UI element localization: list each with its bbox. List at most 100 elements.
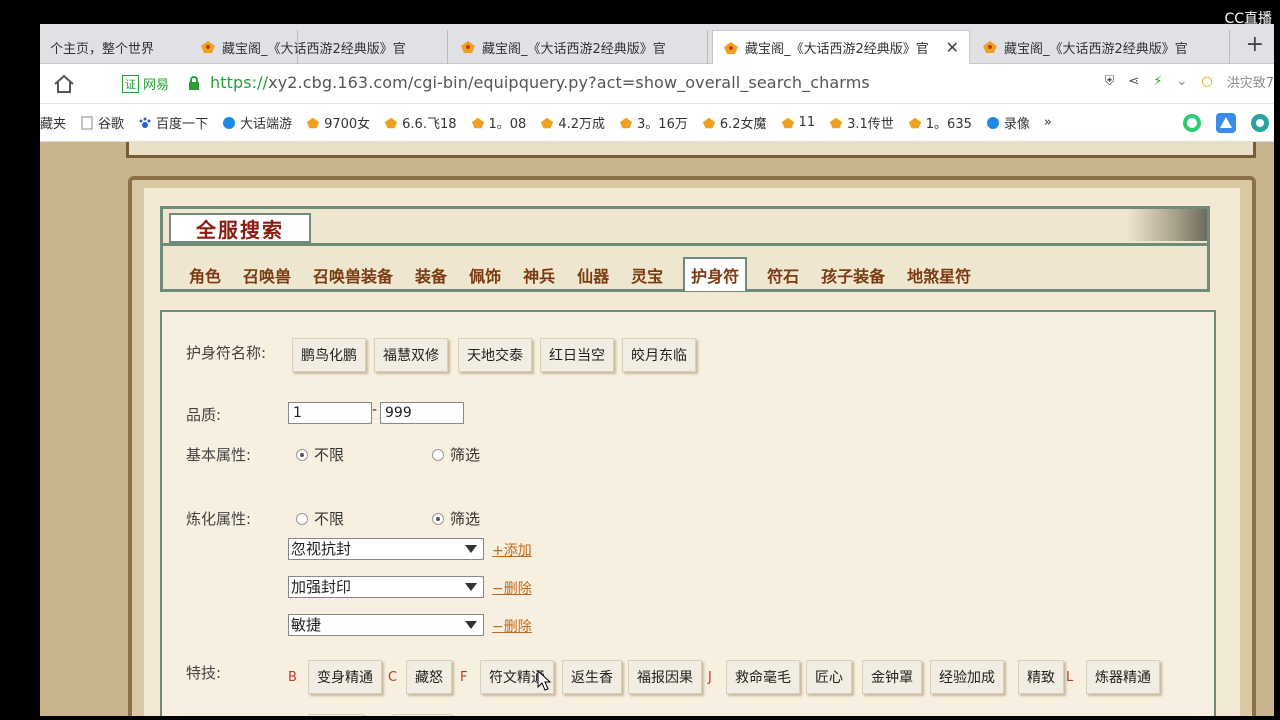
charm-name-button[interactable]: 鹏鸟化鹏 xyxy=(292,338,366,372)
browser-tab-3[interactable]: 藏宝阁_《大话西游2经典版》官 xyxy=(450,30,708,64)
search-hint[interactable]: 洪灾致7 xyxy=(1227,72,1274,91)
skill-button[interactable]: 炼器精通 xyxy=(1086,660,1160,694)
bookmark-item[interactable]: 谷歌 xyxy=(80,113,124,132)
tab-equip[interactable]: 装备 xyxy=(413,259,449,291)
screen-frame: CC直播 个主页，整个世界 藏宝阁_《大话西游2经典版》官 藏宝阁_《大话西游2… xyxy=(0,0,1280,720)
close-tab-icon[interactable]: ✕ xyxy=(946,38,959,57)
mouse-cursor-icon xyxy=(537,670,552,691)
lightning-icon[interactable]: ⚡ xyxy=(1153,74,1162,89)
document-icon xyxy=(81,116,93,129)
bookmark-item[interactable]: 百度一下 xyxy=(138,113,208,132)
chevron-down-icon[interactable]: ⌄ xyxy=(1176,74,1187,89)
charm-name-button[interactable]: 福慧双修 xyxy=(374,338,448,372)
bookmark-item[interactable]: 4.2万成 xyxy=(540,113,605,132)
bookmark-item[interactable]: 6.6.飞18 xyxy=(384,113,457,132)
refine-any-radio[interactable]: 不限 xyxy=(296,508,344,529)
new-tab-button[interactable]: + xyxy=(1246,32,1264,57)
refine-select-2[interactable]: 加强封印 xyxy=(288,576,484,598)
paw-icon xyxy=(139,117,151,128)
add-refine-link[interactable]: +添加 xyxy=(492,540,532,560)
browser-tab-2[interactable]: 藏宝阁_《大话西游2经典版》官 xyxy=(190,30,448,64)
skill-button[interactable]: 金钟罩 xyxy=(862,660,922,694)
basic-any-radio[interactable]: 不限 xyxy=(296,444,344,465)
tab-summon[interactable]: 召唤兽 xyxy=(241,259,293,291)
remove-refine-link[interactable]: −删除 xyxy=(492,578,532,598)
tab-summon-equip[interactable]: 召唤兽装备 xyxy=(311,259,395,291)
chat-icon[interactable] xyxy=(1182,113,1202,133)
tab-strip: 个主页，整个世界 藏宝阁_《大话西游2经典版》官 藏宝阁_《大话西游2经典版》官… xyxy=(40,24,1274,64)
refine-filter-radio[interactable]: 筛选 xyxy=(432,508,480,529)
remove-refine-link[interactable]: −删除 xyxy=(492,616,532,636)
chevron-down-icon xyxy=(465,545,477,553)
treasure-icon xyxy=(724,41,738,54)
shield-icon[interactable]: ⛨ xyxy=(1105,74,1115,89)
address-bar: 证 网易 https://xy2.cbg.163.com/cgi-bin/equ… xyxy=(40,64,1274,104)
skill-button-partial[interactable] xyxy=(392,714,452,716)
treasure-icon xyxy=(306,117,320,128)
home-icon[interactable] xyxy=(52,72,76,96)
triangle-icon[interactable] xyxy=(1216,113,1236,133)
tab-charm[interactable]: 护身符 xyxy=(683,257,748,291)
skill-button[interactable]: 经验加成 xyxy=(930,660,1004,694)
bookmark-item[interactable]: 大话端游 xyxy=(222,113,292,132)
bookmarks-bar: 藏夹 谷歌 百度一下 大话端游 9700女 6.6.飞18 1。08 4.2万成… xyxy=(40,104,1274,142)
search-form: 护身符名称: 鹏鸟化鹏 福慧双修 天地交泰 红日当空 皎月东临 品质: 1 - … xyxy=(160,310,1216,716)
bookmark-item[interactable]: 1。635 xyxy=(908,113,972,132)
charm-name-button[interactable]: 皎月东临 xyxy=(622,338,696,372)
skill-button[interactable]: 匠心 xyxy=(806,660,852,694)
page-title: 全服搜索 xyxy=(196,217,284,242)
lock-icon xyxy=(189,76,199,90)
basic-filter-radio[interactable]: 筛选 xyxy=(432,444,480,465)
tab-accessory[interactable]: 佩饰 xyxy=(467,259,503,291)
share-icon[interactable]: ⋖ xyxy=(1128,74,1139,89)
certificate-badge[interactable]: 证 网易 xyxy=(122,74,169,93)
page-content: 全服搜索 角色 召唤兽 召唤兽装备 装备 佩饰 神兵 仙器 灵宝 护身符 符石 … xyxy=(40,142,1274,716)
menu-divider xyxy=(163,243,1207,246)
skill-button[interactable]: 救命毫毛 xyxy=(726,660,800,694)
skill-button-partial[interactable] xyxy=(308,714,364,716)
skill-button[interactable]: 精致 xyxy=(1018,660,1064,694)
category-nav: 角色 召唤兽 召唤兽装备 装备 佩饰 神兵 仙器 灵宝 护身符 符石 孩子装备 … xyxy=(187,253,991,291)
tab-role[interactable]: 角色 xyxy=(187,259,223,291)
quality-min-input[interactable]: 1 xyxy=(288,402,372,424)
browser-tab-5[interactable]: 藏宝阁_《大话西游2经典版》官 xyxy=(972,30,1230,64)
url-field[interactable]: https://xy2.cbg.163.com/cgi-bin/equipque… xyxy=(210,73,870,92)
tab-spirit-treasure[interactable]: 灵宝 xyxy=(629,259,665,291)
skill-button[interactable]: 藏怒 xyxy=(406,660,452,694)
charm-name-button[interactable]: 天地交泰 xyxy=(458,338,532,372)
refine-attr-label: 炼化属性: xyxy=(186,510,252,528)
bookmark-item[interactable]: 3.1传世 xyxy=(829,113,894,132)
bookmark-item[interactable]: 11 xyxy=(781,115,815,130)
charm-name-button[interactable]: 红日当空 xyxy=(540,338,614,372)
search-icon[interactable]: ○ xyxy=(1201,74,1212,89)
treasure-icon xyxy=(541,117,554,128)
bookmark-item[interactable]: 3。16万 xyxy=(619,113,688,132)
radio-dot xyxy=(296,512,308,525)
tab-rune-stone[interactable]: 符石 xyxy=(765,259,801,291)
tab-immortal-item[interactable]: 仙器 xyxy=(575,259,611,291)
quality-max-input[interactable]: 999 xyxy=(380,402,464,424)
bookmark-item[interactable]: 录像 xyxy=(986,113,1030,132)
tab-divine-weapon[interactable]: 神兵 xyxy=(521,259,557,291)
search-panel: 全服搜索 角色 召唤兽 召唤兽装备 装备 佩饰 神兵 仙器 灵宝 护身符 符石 … xyxy=(128,176,1256,716)
bookmarks-overflow[interactable]: » xyxy=(1044,115,1052,130)
ie-icon xyxy=(986,116,999,129)
tab-child-equip[interactable]: 孩子装备 xyxy=(819,259,887,291)
bookmark-item[interactable]: 1。08 xyxy=(471,113,526,132)
bookmark-item[interactable]: 6.2女魔 xyxy=(702,113,767,132)
extension-icons xyxy=(1182,113,1270,133)
refine-select-3[interactable]: 敏捷 xyxy=(288,614,484,636)
ie-icon xyxy=(223,116,236,129)
top-decor-strip xyxy=(126,142,1256,158)
radio-dot xyxy=(432,448,444,461)
browser-tab-4-active[interactable]: 藏宝阁_《大话西游2经典版》官 ✕ xyxy=(712,30,970,64)
skill-letter: C xyxy=(388,670,398,685)
skill-button[interactable]: 福报因果 xyxy=(628,660,702,694)
tab-star-rune[interactable]: 地煞星符 xyxy=(905,259,973,291)
skill-button[interactable]: 返生香 xyxy=(562,660,622,694)
skill-button[interactable]: 变身精通 xyxy=(308,660,382,694)
bookmark-item[interactable]: 9700女 xyxy=(306,113,370,132)
bookmark-item[interactable]: 藏夹 xyxy=(40,113,66,132)
refine-select-1[interactable]: 忽视抗封 xyxy=(288,538,484,560)
record-icon[interactable] xyxy=(1250,113,1270,133)
